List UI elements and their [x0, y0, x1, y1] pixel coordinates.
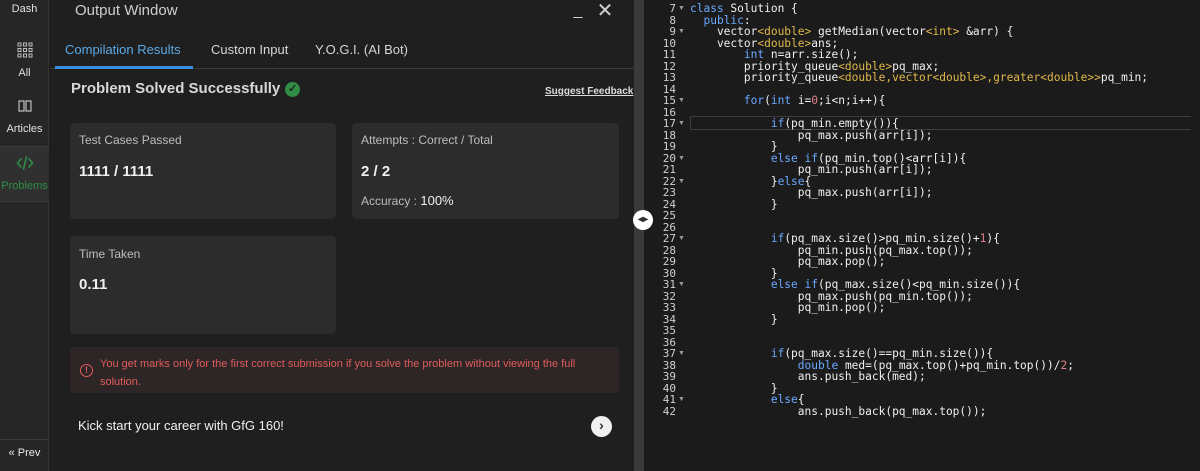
left-nav: Dash All Articles Problems « Prev: [0, 0, 49, 471]
warning-text: You get marks only for the first correct…: [100, 358, 576, 388]
attempts-label: Attempts : Correct / Total: [361, 133, 493, 147]
nav-dash-label[interactable]: Dash: [0, 0, 49, 22]
line-number: 42: [662, 404, 676, 418]
fold-arrow-icon[interactable]: ▼: [678, 393, 685, 406]
code-line[interactable]: }: [690, 198, 778, 211]
active-tab-indicator: [55, 66, 193, 69]
time-taken-card: Time Taken 0.11: [70, 236, 336, 334]
output-window-header: Output Window _ ✕: [50, 0, 634, 30]
line-number-gutter: 7 ▼ 8 9 ▼ 10 11 12 13 14 15 ▼ 16 17 ▼ 18 19 20 ▼ 21 22 ▼ 23 24 2…: [644, 0, 685, 471]
code-line[interactable]: for(int i=0;i<n;i++){: [690, 94, 886, 107]
code-line[interactable]: }: [690, 313, 778, 326]
test-cases-card: Test Cases Passed 1111 / 1111: [70, 123, 336, 219]
tab-custom-input[interactable]: Custom Input: [211, 42, 288, 57]
nav-item-all[interactable]: All: [0, 34, 49, 90]
fold-arrow-icon[interactable]: ▼: [678, 175, 685, 188]
book-icon: [0, 98, 49, 120]
fold-arrow-icon[interactable]: ▼: [678, 94, 685, 107]
status-heading: Problem Solved Successfully ✓: [71, 80, 301, 97]
warning-banner: ! You get marks only for the first corre…: [70, 347, 619, 393]
fold-arrow-icon[interactable]: ▼: [678, 117, 685, 130]
result-tabs: Compilation Results Custom Input Y.O.G.I…: [50, 34, 634, 69]
resize-handle-icon[interactable]: ◂▸: [633, 210, 653, 230]
code-editor[interactable]: 7 ▼ 8 9 ▼ 10 11 12 13 14 15 ▼ 16 17 ▼ 18 19 20 ▼ 21 22 ▼ 23 24 2…: [644, 0, 1200, 471]
code-icon: [0, 155, 49, 177]
code-line[interactable]: priority_queue<double,vector<double>,gre…: [690, 71, 1148, 84]
attempts-card: Attempts : Correct / Total 2 / 2 Accurac…: [352, 123, 619, 219]
output-window: Output Window _ ✕ Compilation Results Cu…: [50, 0, 634, 471]
accuracy-value: 100%: [420, 193, 454, 208]
fold-arrow-icon[interactable]: ▼: [678, 25, 685, 38]
accuracy-label: Accuracy :: [361, 194, 418, 208]
test-cases-value: 1111 / 1111: [79, 163, 154, 180]
prev-button[interactable]: « Prev: [0, 439, 49, 471]
nav-item-articles[interactable]: Articles: [0, 90, 49, 146]
fold-arrow-icon[interactable]: ▼: [678, 2, 685, 15]
check-circle-icon: ✓: [285, 82, 301, 97]
fold-arrow-icon[interactable]: ▼: [678, 347, 685, 360]
nav-item-label: All: [18, 67, 31, 79]
fold-arrow-icon[interactable]: ▼: [678, 152, 685, 165]
time-taken-label: Time Taken: [79, 247, 141, 261]
fold-arrow-icon[interactable]: ▼: [678, 278, 685, 291]
close-icon[interactable]: ✕: [595, 1, 615, 23]
tab-yogi-ai-bot[interactable]: Y.O.G.I. (AI Bot): [315, 42, 408, 57]
nav-item-label: Problems: [1, 180, 48, 192]
chevron-right-icon[interactable]: ›: [591, 416, 612, 437]
editor-scrollbar[interactable]: [1191, 0, 1200, 471]
minimize-icon[interactable]: _: [569, 2, 587, 22]
suggest-feedback-link[interactable]: Suggest Feedback: [545, 86, 633, 97]
fold-arrow-icon[interactable]: ▼: [678, 232, 685, 245]
test-cases-label: Test Cases Passed: [79, 133, 182, 147]
status-text: Problem Solved Successfully: [71, 80, 281, 97]
code-line[interactable]: ans.push_back(pq_max.top());: [690, 405, 987, 418]
nav-item-label: Articles: [6, 123, 43, 135]
nav-item-problems[interactable]: Problems: [0, 146, 49, 202]
grid-icon: [0, 42, 49, 64]
promo-text: Kick start your career with GfG 160!: [78, 418, 284, 433]
alert-circle-icon: !: [80, 364, 93, 377]
attempts-value: 2 / 2: [361, 163, 391, 180]
tab-compilation-results[interactable]: Compilation Results: [65, 42, 181, 57]
time-taken-value: 0.11: [79, 276, 108, 293]
pane-splitter[interactable]: [634, 0, 644, 471]
accuracy-row: Accuracy : 100%: [361, 193, 454, 208]
output-window-title: Output Window: [75, 2, 178, 19]
